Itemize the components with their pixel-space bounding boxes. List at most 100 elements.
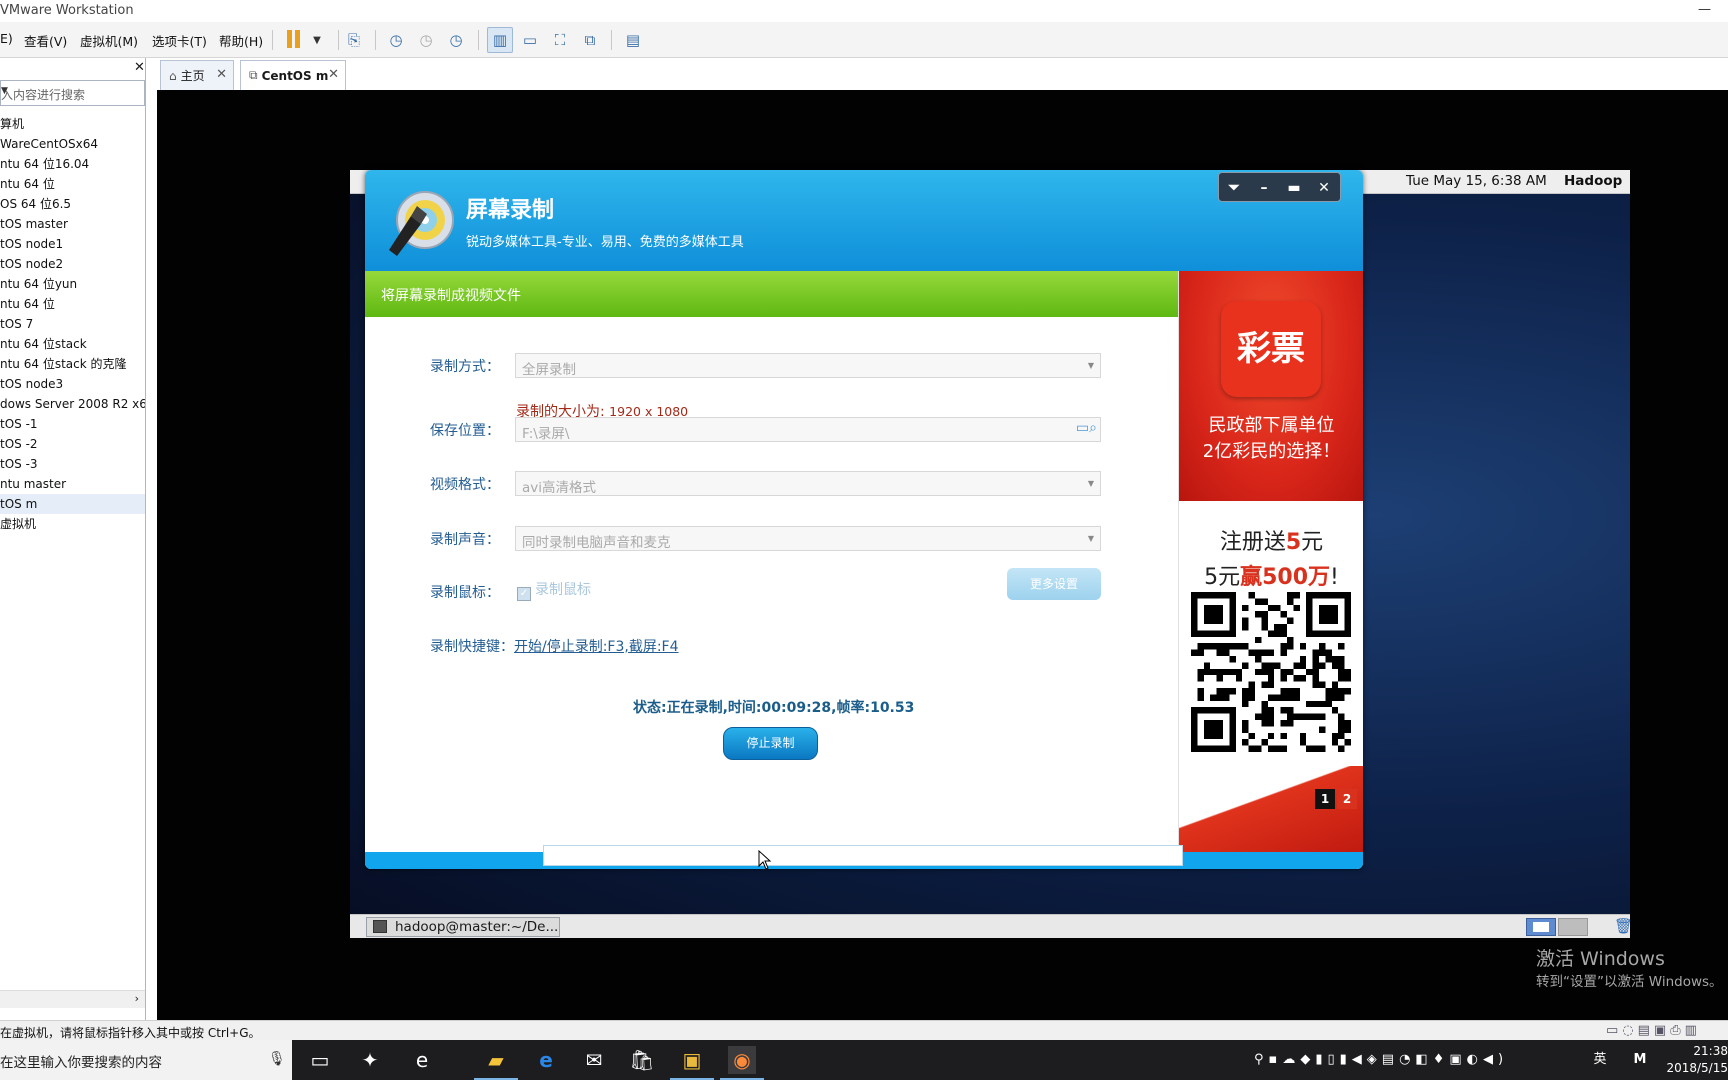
scroll-right-icon[interactable]: ›: [135, 992, 139, 1005]
ad-page-2[interactable]: 2: [1337, 789, 1357, 809]
tab-home[interactable]: ⌂ 主页 ✕: [160, 60, 234, 90]
chevron-down-icon[interactable]: ▼: [1088, 479, 1094, 488]
vm-list-item[interactable]: ntu 64 位16.04: [0, 154, 145, 174]
mail-icon[interactable]: ✉: [580, 1046, 608, 1074]
vmware-icon[interactable]: ▣: [670, 1046, 714, 1080]
vm-list-item[interactable]: tOS -1: [0, 414, 145, 434]
menu-vm[interactable]: 虚拟机(M): [80, 31, 138, 50]
app-icon[interactable]: ✦: [356, 1046, 384, 1074]
record-mouse-checkbox[interactable]: ✓ 录制鼠标: [517, 579, 591, 601]
pause-icon[interactable]: [287, 30, 301, 48]
hotkey-link[interactable]: 开始/停止录制:F3,截屏:F4: [514, 639, 679, 655]
system-tray-icons[interactable]: ⚲▪☁◆▮▯▮◀◈▤◔◧♦▣◐◀): [1254, 1052, 1508, 1067]
guest-user[interactable]: Hadoop: [1564, 173, 1622, 189]
guest-clock[interactable]: Tue May 15, 6:38 AM: [1406, 173, 1547, 189]
folder-search-icon[interactable]: ▭⌕: [1076, 420, 1097, 436]
store-icon[interactable]: 🛍: [628, 1046, 656, 1074]
vm-list-item[interactable]: OS 64 位6.5: [0, 194, 145, 214]
ie-icon[interactable]: e: [408, 1046, 436, 1074]
send-ctrl-alt-del-icon[interactable]: ⎘: [341, 27, 367, 53]
ad-page-1[interactable]: 1: [1315, 789, 1335, 809]
taskbar-time: 21:38: [1693, 1044, 1728, 1058]
file-explorer-icon[interactable]: ▰: [474, 1046, 518, 1080]
maximize-icon[interactable]: ▬: [1283, 177, 1305, 199]
library-search-input[interactable]: 入内容进行搜索 ▼: [0, 80, 145, 106]
library-close-icon[interactable]: ✕: [134, 60, 145, 75]
vm-list-item[interactable]: tOS node3: [0, 374, 145, 394]
vm-list-item[interactable]: ntu master: [0, 474, 145, 494]
edge-icon[interactable]: e: [532, 1046, 560, 1074]
ime-indicator[interactable]: 英: [1586, 1046, 1614, 1074]
show-library-icon[interactable]: ▥: [487, 27, 513, 53]
vm-list-item[interactable]: ntu 64 位: [0, 174, 145, 194]
pause-dropdown-icon[interactable]: ▼: [304, 27, 330, 53]
tab-centos-m[interactable]: ⧉ CentOS m ✕: [240, 60, 346, 90]
vm-list-item[interactable]: tOS 7: [0, 314, 145, 334]
minimize-button[interactable]: —: [1698, 2, 1711, 17]
vm-list-item[interactable]: ntu 64 位: [0, 294, 145, 314]
vm-list: 算机 WareCentOSx64 ntu 64 位16.04 ntu 64 位 OS 6…: [0, 114, 145, 534]
menu-view[interactable]: 查看(V): [24, 31, 67, 50]
guest-terminal-task[interactable]: hadoop@master:~/De...: [366, 917, 560, 937]
tab-home-close-icon[interactable]: ✕: [216, 67, 227, 82]
chevron-down-icon[interactable]: ▼: [1, 86, 138, 96]
vm-list-item[interactable]: 算机: [0, 114, 145, 134]
close-icon[interactable]: ✕: [1313, 177, 1335, 199]
workspace-2[interactable]: [1558, 918, 1588, 936]
console-view-icon[interactable]: ▤: [620, 27, 646, 53]
device-status-icons[interactable]: ▭◌▤▣⎙▥: [1606, 1023, 1701, 1038]
mode-value: 全屏录制: [522, 362, 576, 378]
vm-list-item[interactable]: WareCentOSx64: [0, 134, 145, 154]
ad-banner[interactable]: 彩票 民政部下属单位 2亿彩民的选择！ 注册送5元 5元赢500万! 1 2: [1178, 271, 1363, 852]
vm-list-item[interactable]: tOS master: [0, 214, 145, 234]
hotkey-label: 录制快捷键：: [430, 639, 514, 655]
vm-list-item[interactable]: ntu 64 位stack: [0, 334, 145, 354]
ad-line-4a: 5元: [1204, 565, 1241, 590]
vm-list-item[interactable]: tOS node2: [0, 254, 145, 274]
taskbar-search-box[interactable]: 在这里输入你要搜索的内容 🎙: [0, 1040, 292, 1080]
vm-list-item[interactable]: dows Server 2008 R2 x64: [0, 394, 145, 414]
trash-icon[interactable]: 🗑: [1614, 917, 1633, 937]
recorder-header: 屏幕录制 锐动多媒体工具-专业、易用、免费的多媒体工具 ⏷ – ▬ ✕: [365, 170, 1363, 271]
thumbnail-bar-icon[interactable]: ▭: [517, 27, 543, 53]
chevron-down-icon[interactable]: ▼: [1088, 534, 1094, 543]
stop-recording-button[interactable]: 停止录制: [723, 727, 818, 760]
vm-list-item[interactable]: tOS -3: [0, 454, 145, 474]
taskbar-clock[interactable]: 21:38 2018/5/15: [1664, 1043, 1728, 1077]
microphone-icon[interactable]: 🎙: [268, 1051, 286, 1067]
format-select[interactable]: avi高清格式 ▼: [515, 471, 1101, 496]
recorder-window-controls: ⏷ – ▬ ✕: [1218, 172, 1341, 202]
menu-tabs[interactable]: 选项卡(T): [152, 31, 207, 50]
vm-list-item[interactable]: 虚拟机: [0, 514, 145, 534]
vm-list-item[interactable]: ntu 64 位yun: [0, 274, 145, 294]
ad-line-3b: 5: [1285, 530, 1302, 555]
library-panel: ✕ 入内容进行搜索 ▼ 算机 WareCentOSx64 ntu 64 位16.04…: [0, 58, 146, 1020]
snapshot-icon[interactable]: ◷: [383, 27, 409, 53]
save-location-input[interactable]: F:\录屏\ ▭⌕: [515, 417, 1101, 442]
footer-input[interactable]: [543, 845, 1183, 866]
chevron-down-icon[interactable]: ▼: [1088, 361, 1094, 370]
vm-list-item[interactable]: tOS node1: [0, 234, 145, 254]
tab-centos-close-icon[interactable]: ✕: [328, 67, 339, 82]
window-title: VMware Workstation: [0, 3, 134, 18]
workspace-1[interactable]: [1526, 918, 1556, 936]
menu-help[interactable]: 帮助(H): [219, 31, 263, 50]
revert-snapshot-icon[interactable]: ◷: [413, 27, 439, 53]
toolbar-separator: [478, 30, 479, 50]
unity-icon[interactable]: ⧉: [577, 27, 603, 53]
audio-select[interactable]: 同时录制电脑声音和麦克 ▼: [515, 526, 1101, 551]
more-settings-button[interactable]: 更多设置: [1007, 568, 1101, 600]
task-view-icon[interactable]: ▭: [306, 1046, 334, 1074]
menu-dropdown-icon[interactable]: ⏷: [1223, 177, 1245, 199]
snapshot-manager-icon[interactable]: ◷: [443, 27, 469, 53]
recorder-app-icon[interactable]: ◉: [720, 1046, 764, 1080]
fullscreen-icon[interactable]: ⛶: [547, 27, 573, 53]
mode-select[interactable]: 全屏录制 ▼: [515, 353, 1101, 378]
vm-list-item[interactable]: ntu 64 位stack 的克隆: [0, 354, 145, 374]
vm-list-item[interactable]: tOS -2: [0, 434, 145, 454]
vm-list-item[interactable]: tOS m: [0, 494, 145, 514]
menu-edit[interactable]: E): [0, 31, 13, 46]
minimize-icon[interactable]: –: [1253, 177, 1275, 199]
library-scrollbar[interactable]: ›: [0, 990, 145, 1008]
ime-mode-indicator[interactable]: M: [1626, 1046, 1654, 1074]
